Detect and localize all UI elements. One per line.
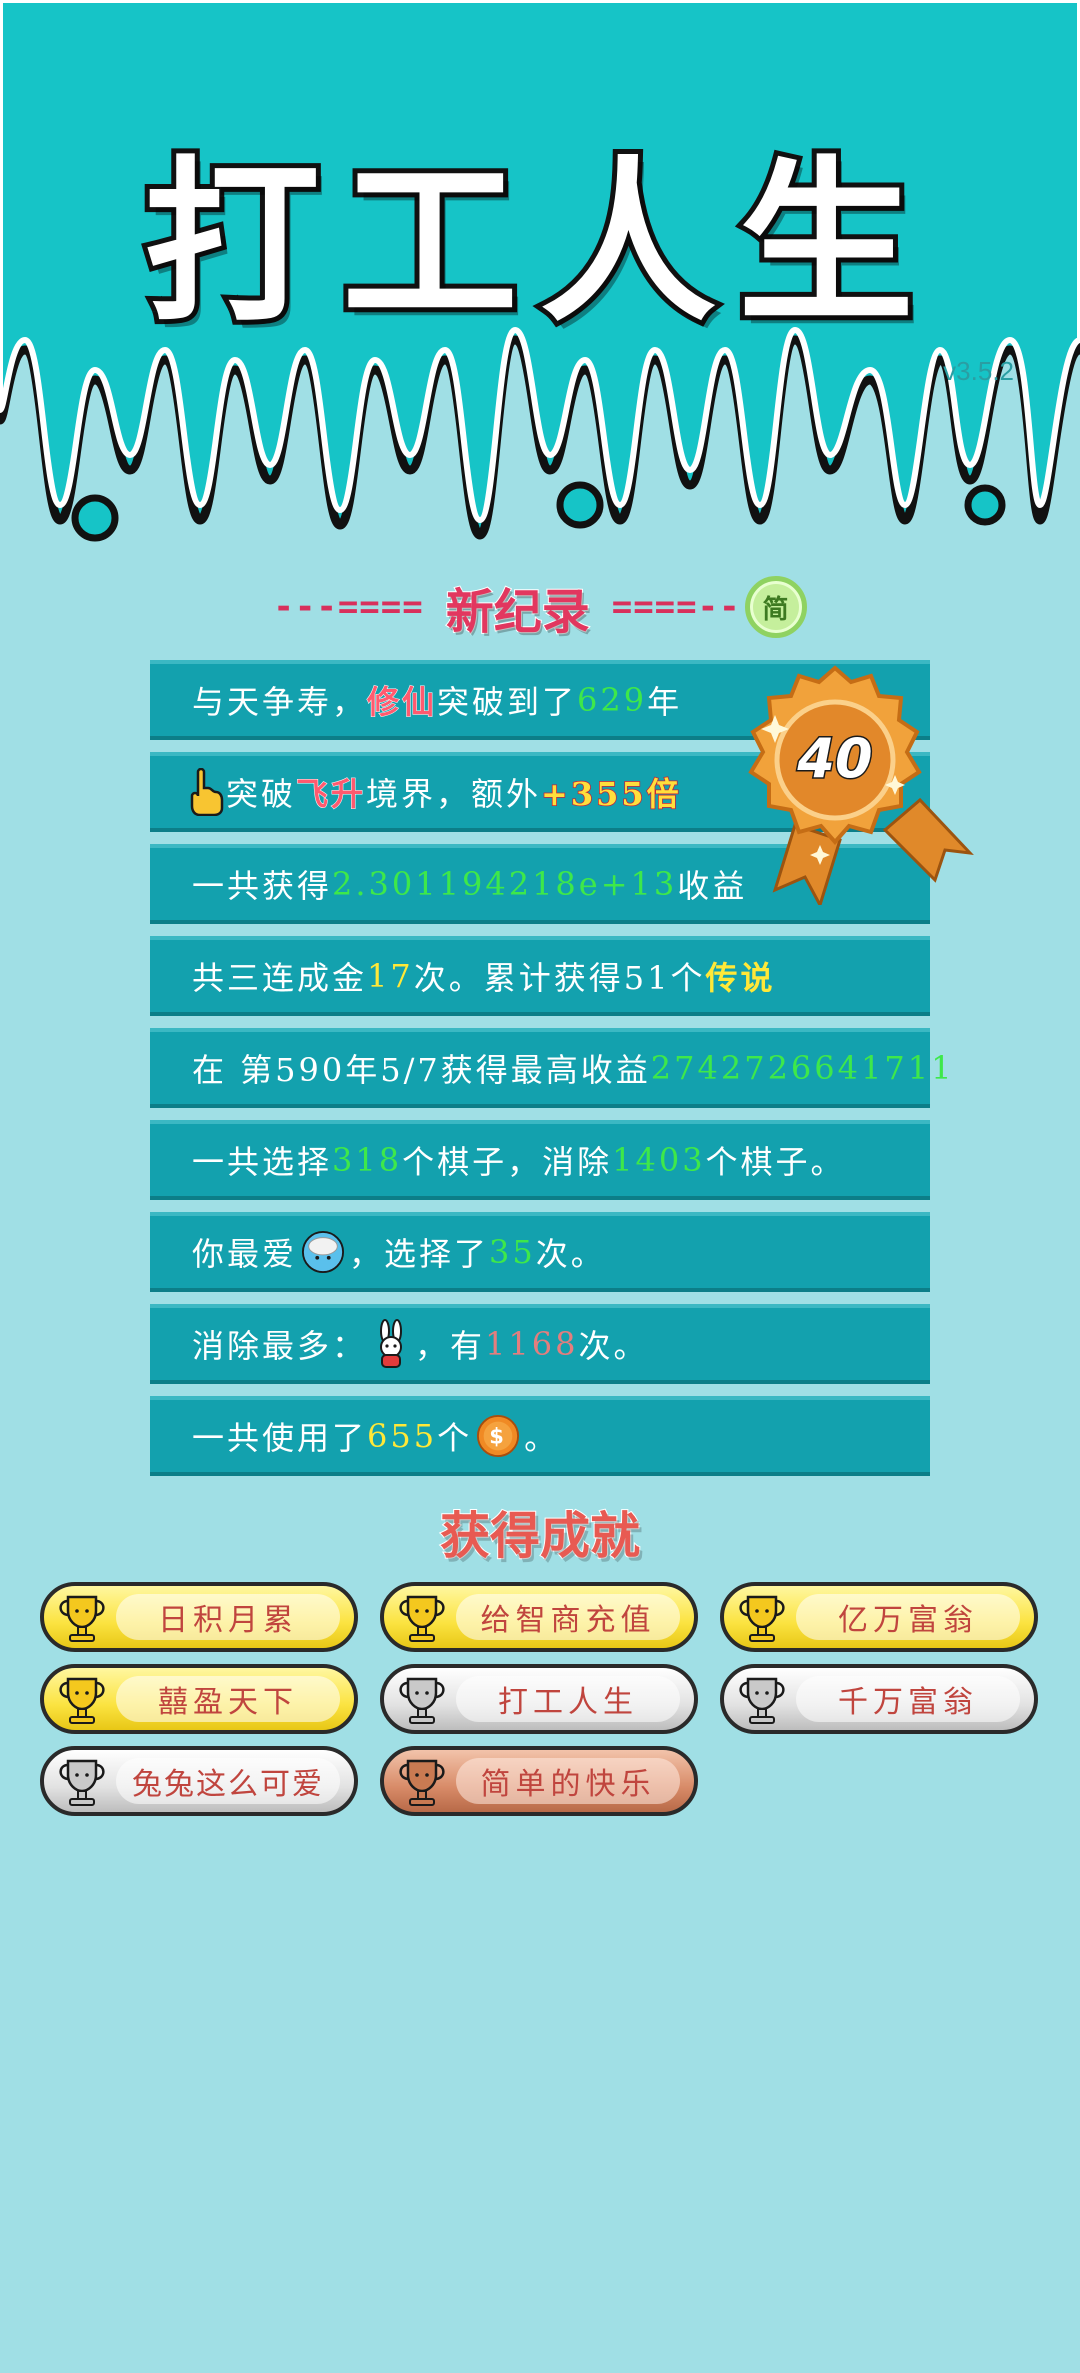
stat-text: 个棋子。 (705, 1143, 846, 1181)
stat-text: ，选择了 (349, 1235, 490, 1273)
stat-text: 次。 (535, 1235, 606, 1273)
achievement-badge[interactable]: 兔兔这么可爱 (40, 1746, 358, 1816)
heading-dashes-left: ---==== (273, 587, 424, 627)
stat-value: 35 (489, 1233, 536, 1271)
rice-bowl-icon (301, 1230, 345, 1274)
stat-keyword: 传说 (705, 959, 776, 997)
stat-text: 突破到了 (437, 683, 578, 721)
achievement-label-wrap: 囍盈天下 (116, 1676, 340, 1722)
trophy-icon (739, 1595, 785, 1642)
stat-value: 2.301194218e+13 (332, 865, 678, 903)
heading-dashes-right: ====-- (611, 587, 741, 627)
stat-text: 一共使用了 (192, 1419, 368, 1457)
achievement-label: 简单的快乐 (480, 1767, 656, 1802)
stat-text: 共三连成金 (192, 959, 368, 997)
stat-value: 1403 (612, 1141, 706, 1179)
achievement-label-wrap: 日积月累 (116, 1594, 340, 1640)
achievement-badge[interactable]: 打工人生 (380, 1664, 698, 1734)
version-label: v3.5.2 (943, 356, 1014, 386)
achievement-badge[interactable]: 日积月累 (40, 1582, 358, 1652)
new-record-title: 新纪录 (445, 583, 591, 641)
stat-text: 次。 (578, 1327, 649, 1365)
stat-row-most-cleared: 消除最多： ，有 1168 次。 (150, 1304, 930, 1384)
stat-text: 在 第590年5/7获得最高收益 (192, 1051, 651, 1089)
achievement-label: 日积月累 (158, 1603, 298, 1638)
stat-text: 你最爱 (192, 1235, 298, 1273)
achievements-title: 获得成就 (439, 1505, 641, 1566)
stat-text: 次。累计获得51个 (413, 959, 706, 997)
stat-text: 突破 (226, 775, 297, 813)
rabbit-icon (380, 1319, 403, 1368)
stat-keyword: 飞升 (296, 775, 367, 814)
pointing-hand-icon (190, 768, 224, 816)
stat-row-favorite: 你最爱 ，选择了 35 次。 (150, 1212, 930, 1292)
achievement-badge[interactable]: 亿万富翁 (720, 1582, 1038, 1652)
stat-text: 消除最多： (192, 1327, 368, 1365)
stat-multiplier: +355倍 (540, 774, 682, 814)
trophy-icon (59, 1595, 105, 1642)
medal-number: 40 (796, 727, 872, 790)
stat-text: ，有 (415, 1327, 486, 1365)
achievement-label: 亿万富翁 (838, 1603, 978, 1638)
achievement-label: 囍盈天下 (158, 1685, 298, 1720)
stat-row-coins: 一共使用了 655 个 $ 。 (150, 1396, 930, 1476)
stat-text: 境界，额外 (366, 775, 542, 813)
stat-text: 个棋子，消除 (402, 1143, 613, 1181)
trophy-icon (59, 1677, 105, 1724)
stat-row-best-income: 在 第590年5/7获得最高收益 2742726641711 (150, 1028, 951, 1108)
achievement-label-wrap: 千万富翁 (796, 1676, 1020, 1722)
stat-value: 318 (332, 1141, 403, 1179)
achievement-label-wrap: 亿万富翁 (796, 1594, 1020, 1640)
header-banner: 打工人生 v3.5.2 (0, 0, 1080, 560)
achievement-label-wrap: 给智商充值 (456, 1594, 680, 1640)
coin-icon: $ (477, 1414, 520, 1458)
trophy-icon (399, 1677, 445, 1724)
achievement-label: 千万富翁 (838, 1685, 978, 1720)
achievement-label-wrap: 打工人生 (456, 1676, 680, 1722)
stat-value: 2742726641711 (650, 1049, 955, 1087)
stat-text: 个 (437, 1419, 473, 1457)
achievement-badge[interactable]: 囍盈天下 (40, 1664, 358, 1734)
achievement-badge[interactable]: 千万富翁 (720, 1664, 1038, 1734)
stat-text: 年 (647, 683, 683, 721)
medal-badge: 40 (748, 665, 974, 905)
achievement-label: 兔兔这么可爱 (132, 1767, 324, 1802)
achievement-label: 给智商充值 (480, 1603, 656, 1638)
trophy-icon (399, 1759, 445, 1806)
achievement-label-wrap: 兔兔这么可爱 (116, 1758, 340, 1804)
achievement-label-wrap: 简单的快乐 (456, 1758, 680, 1804)
stat-text: 一共选择 (192, 1143, 333, 1181)
stat-value: 1168 (485, 1325, 579, 1363)
stat-text: 。 (524, 1419, 560, 1457)
app-title: 打工人生 (139, 136, 936, 351)
new-record-heading: ---==== 新纪录 ====-- 简 (0, 574, 1080, 641)
svg-text:$: $ (489, 1424, 507, 1449)
stat-value: 655 (367, 1417, 438, 1455)
trophy-icon (399, 1595, 445, 1642)
stat-value: 17 (367, 957, 414, 995)
stat-text: 一共获得 (192, 867, 333, 905)
stat-text: 与天争寿， (192, 683, 368, 721)
stat-keyword: 修仙 (367, 683, 438, 722)
stat-row-triple-gold: 共三连成金 17 次。累计获得51个 传说 (150, 936, 930, 1016)
stat-row-pieces: 一共选择 318 个棋子，消除 1403 个棋子。 (150, 1120, 930, 1200)
trophy-icon (739, 1677, 785, 1724)
simplified-toggle-button[interactable]: 简 (744, 576, 807, 638)
stat-value: 629 (577, 681, 648, 719)
achievement-badge[interactable]: 简单的快乐 (380, 1746, 698, 1816)
achievement-badge[interactable]: 给智商充值 (380, 1582, 698, 1652)
achievement-label: 打工人生 (498, 1685, 638, 1720)
trophy-icon (59, 1759, 105, 1806)
